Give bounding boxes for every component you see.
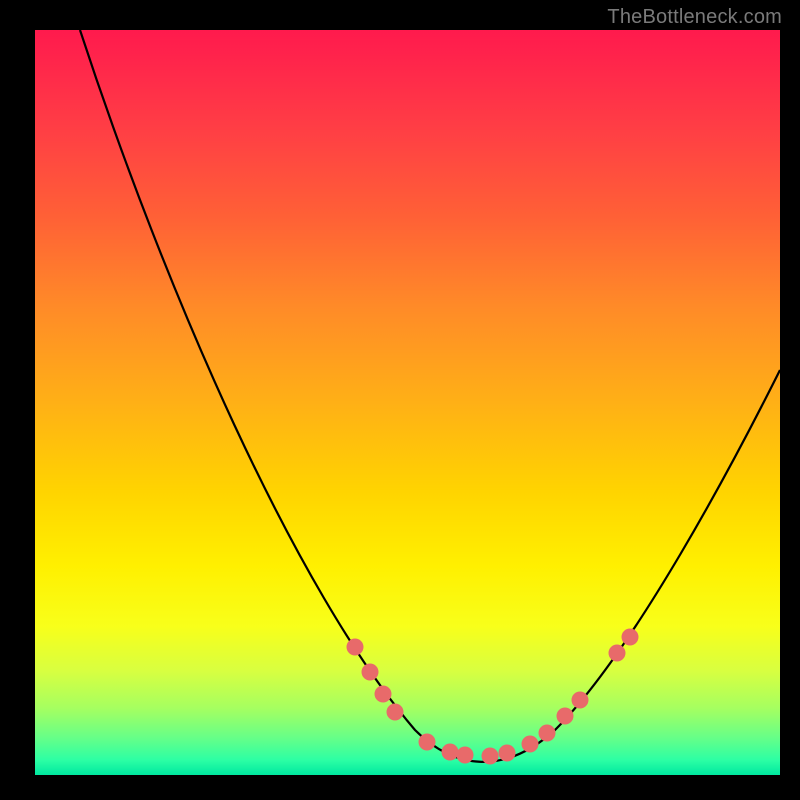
data-point [375, 686, 392, 703]
chart-frame: TheBottleneck.com [0, 0, 800, 800]
data-point [622, 629, 639, 646]
dots-group [347, 629, 639, 765]
data-point [387, 704, 404, 721]
data-point [572, 692, 589, 709]
data-point [557, 708, 574, 725]
watermark-text: TheBottleneck.com [607, 6, 782, 29]
data-point [347, 639, 364, 656]
data-point [442, 744, 459, 761]
chart-svg [35, 30, 780, 775]
bottleneck-curve [80, 30, 780, 762]
data-point [482, 748, 499, 765]
plot-area [35, 30, 780, 775]
data-point [362, 664, 379, 681]
data-point [457, 747, 474, 764]
data-point [499, 745, 516, 762]
data-point [522, 736, 539, 753]
data-point [539, 725, 556, 742]
data-point [609, 645, 626, 662]
data-point [419, 734, 436, 751]
